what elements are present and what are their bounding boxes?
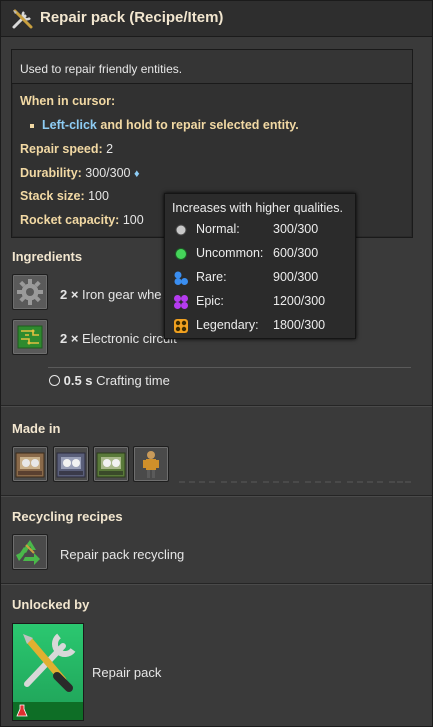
quality-row-legendary: Legendary: 1800/300 <box>165 314 355 336</box>
cursor-action: Left-click and hold to repair selected e… <box>42 118 299 132</box>
ingredients-title: Ingredients <box>12 249 83 264</box>
quality-rare-icon <box>174 271 188 285</box>
bullet-icon <box>30 124 34 128</box>
rocket-capacity: Rocket capacity: 100 <box>20 213 144 227</box>
quality-epic-icon <box>174 295 188 309</box>
left-click-key: Left-click <box>42 118 97 132</box>
recycling-icon <box>16 540 40 565</box>
tooltip-heading: Increases with higher qualities. <box>172 201 343 215</box>
recycling-recipe-slot[interactable] <box>12 534 48 570</box>
cursor-action-text: and hold to repair selected entity. <box>96 118 299 132</box>
unlocked-by-label[interactable]: Repair pack <box>92 665 161 680</box>
technology-icon-bg <box>13 624 83 702</box>
crafting-time: 0.5 s Crafting time <box>49 373 170 388</box>
section-separator <box>1 405 432 407</box>
assembler-1-slot[interactable] <box>12 446 48 482</box>
repair-speed: Repair speed: 2 <box>20 142 114 156</box>
divider <box>48 367 411 368</box>
repair-tools-icon <box>12 9 33 29</box>
ingredient-electronic-circuit: 2 × Electronic circuit <box>60 331 177 346</box>
quality-row-epic: Epic: 1200/300 <box>165 290 355 312</box>
character-slot[interactable] <box>133 446 169 482</box>
repair-pack-technology[interactable] <box>12 623 84 721</box>
assembler-2-slot[interactable] <box>53 446 89 482</box>
empty-slot <box>347 447 383 483</box>
assembling-machine-2-icon <box>56 452 86 478</box>
assembler-3-slot[interactable] <box>93 446 129 482</box>
durability: Durability: 300/300 ♦ <box>20 166 140 180</box>
quality-row-uncommon: Uncommon: 600/300 <box>165 242 355 264</box>
empty-slot <box>263 447 299 483</box>
ingredient-iron-gear: 2 × Iron gear whe <box>60 287 162 302</box>
section-separator <box>1 583 432 585</box>
recycling-recipe-label[interactable]: Repair pack recycling <box>60 547 184 562</box>
assembling-machine-1-icon <box>15 452 45 478</box>
crafting-time-value: 0.5 s <box>63 373 93 388</box>
technology-cost-bar <box>13 702 83 720</box>
quality-tooltip: Increases with higher qualities. Normal:… <box>164 193 356 339</box>
empty-slot <box>179 447 215 483</box>
recycling-title: Recycling recipes <box>12 509 123 524</box>
assembling-machine-3-icon <box>96 452 126 478</box>
description-header: Used to repair friendly entities. <box>12 50 412 84</box>
unlocked-by-title: Unlocked by <box>12 597 90 612</box>
science-pack-icon <box>16 704 28 717</box>
stack-size: Stack size: 100 <box>20 189 109 203</box>
engineer-character-icon <box>143 451 159 478</box>
repair-pack-icon <box>23 633 76 692</box>
page-title: Repair pack (Recipe/Item) <box>40 9 224 26</box>
made-in-title: Made in <box>12 421 61 436</box>
clock-icon <box>49 375 60 386</box>
quality-row-normal: Normal: 300/300 <box>165 218 355 240</box>
iron-gear-slot[interactable] <box>12 274 48 310</box>
section-separator <box>1 495 432 497</box>
empty-slot <box>305 447 341 483</box>
quality-diamond-icon[interactable]: ♦ <box>134 168 140 180</box>
quality-row-rare: Rare: 900/300 <box>165 266 355 288</box>
quality-uncommon-icon <box>175 248 187 260</box>
title-bar: Repair pack (Recipe/Item) <box>1 1 432 37</box>
quality-legendary-icon <box>174 319 188 333</box>
recipe-panel: Repair pack (Recipe/Item) Used to repair… <box>0 0 433 727</box>
cursor-heading: When in cursor: <box>20 94 116 108</box>
empty-slot <box>389 447 411 483</box>
iron-gear-icon <box>17 279 43 305</box>
quality-normal-icon <box>175 224 187 236</box>
empty-slot <box>221 447 257 483</box>
crafting-time-label: Crafting time <box>92 373 170 388</box>
electronic-circuit-slot[interactable] <box>12 319 48 355</box>
electronic-circuit-icon <box>17 325 43 349</box>
description-text: Used to repair friendly entities. <box>20 62 183 76</box>
